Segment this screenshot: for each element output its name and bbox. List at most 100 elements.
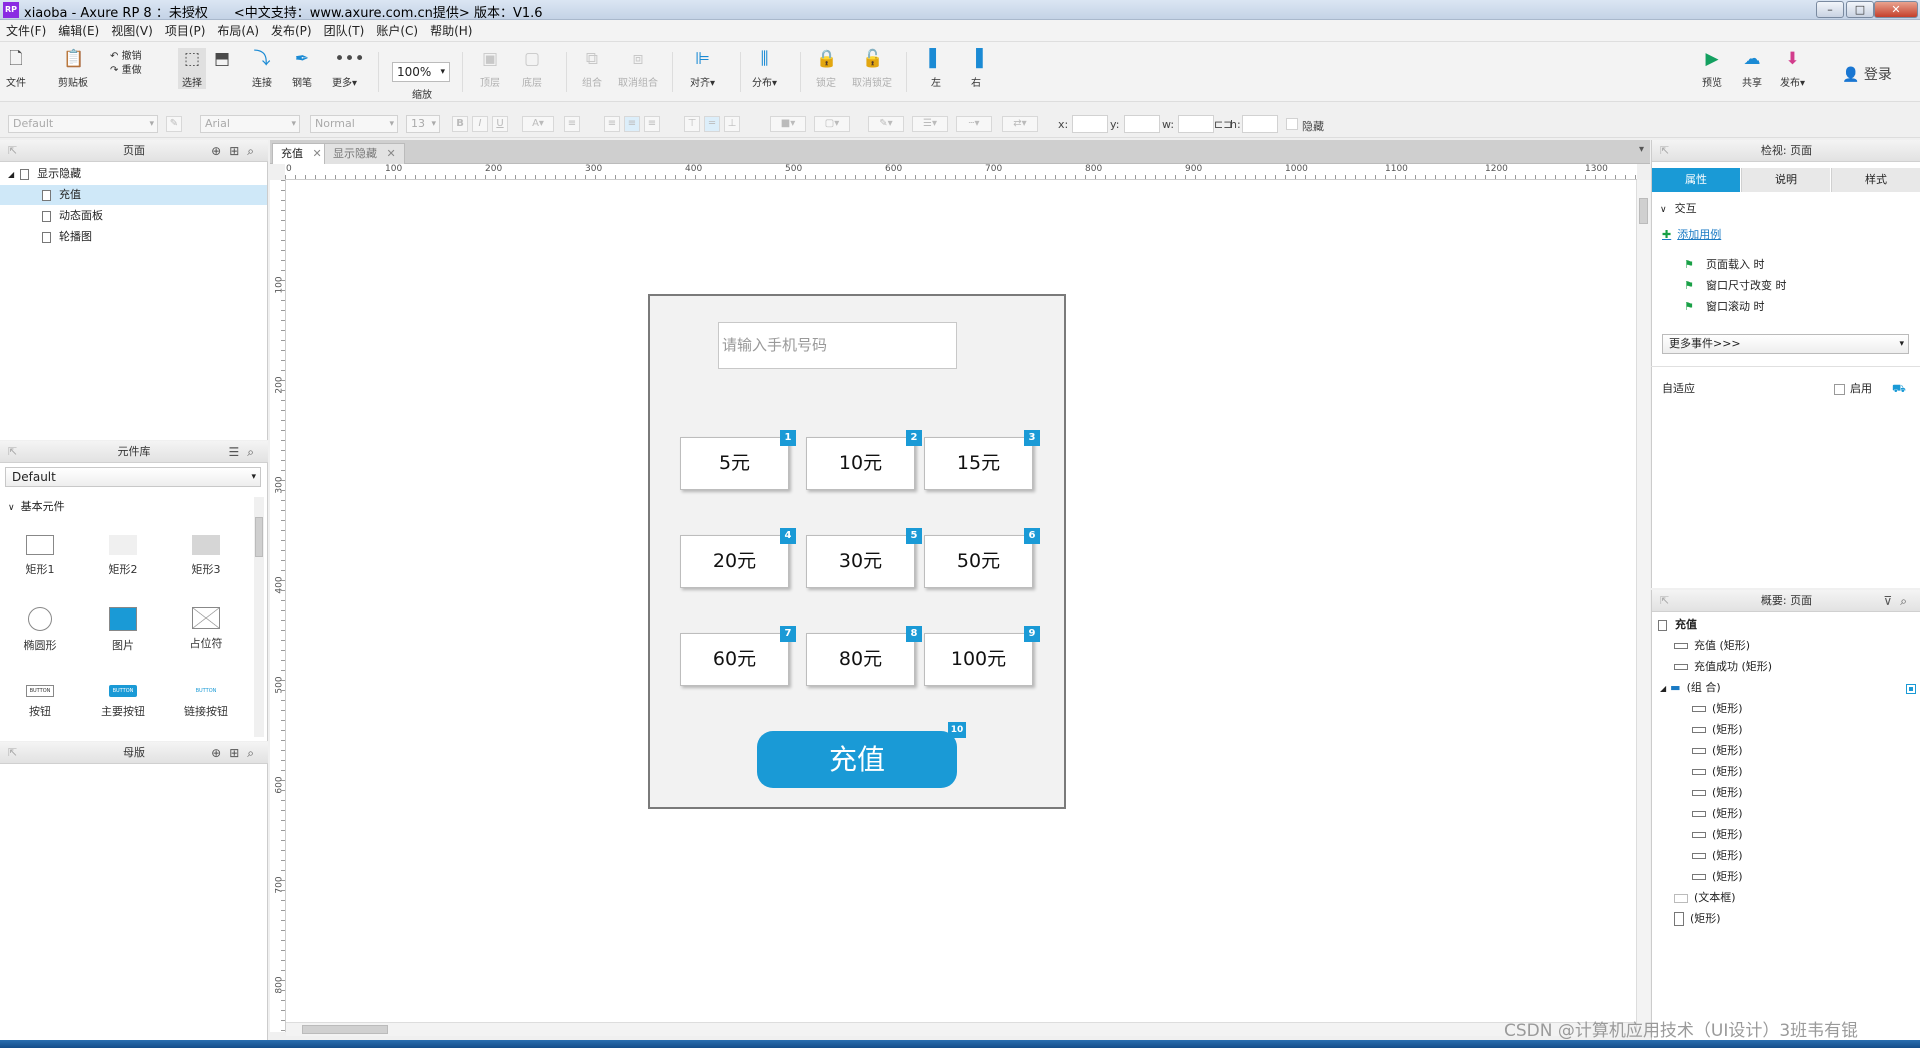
close-tab-icon[interactable]: ✕: [387, 147, 396, 160]
menu-publish[interactable]: 发布(P): [265, 20, 318, 42]
event-window-resize[interactable]: ⚑ 窗口尺寸改变 时: [1684, 277, 1787, 295]
redo-button[interactable]: ↷ 重做: [110, 64, 142, 78]
outline-item[interactable]: 充值成功 (矩形): [1674, 658, 1772, 676]
align-center-icon[interactable]: ≡: [624, 116, 640, 132]
minimize-button[interactable]: –: [1816, 1, 1844, 18]
top-layer-tool[interactable]: ▣ 顶层: [480, 48, 500, 89]
file-tool[interactable]: 🗋 文件: [6, 48, 26, 89]
clipboard-tool[interactable]: 📋 剪贴板: [58, 48, 88, 89]
menu-file[interactable]: 文件(F): [0, 20, 52, 42]
widget-rect1[interactable]: 矩形1: [5, 535, 75, 577]
unlock-tool[interactable]: 🔓 取消锁定: [852, 48, 892, 89]
align-tool[interactable]: ⊫ 对齐▾: [690, 48, 715, 89]
distribute-tool[interactable]: ⫼ 分布▾: [752, 48, 777, 89]
interaction-section[interactable]: ∨ 交互: [1660, 200, 1697, 219]
close-button[interactable]: ✕: [1874, 1, 1918, 18]
connect-tool-a[interactable]: ⬒: [212, 48, 232, 85]
y-input[interactable]: [1124, 115, 1160, 133]
widget-ellipse[interactable]: 椭圆形: [5, 607, 75, 653]
widget-link-button[interactable]: BUTTON 链接按钮: [171, 685, 241, 719]
widget-rect2[interactable]: 矩形2: [88, 535, 158, 577]
ungroup-tool[interactable]: ⧈ 取消组合: [618, 48, 658, 89]
tab-notes[interactable]: 说明: [1741, 168, 1830, 192]
recharge-button[interactable]: 充值: [757, 731, 957, 788]
widget-button[interactable]: BUTTON 按钮: [5, 685, 75, 719]
menu-arrange[interactable]: 布局(A): [211, 20, 265, 42]
widget-placeholder[interactable]: 占位符: [171, 607, 241, 651]
collapse-icon[interactable]: ⇱: [1660, 590, 1669, 612]
fill-color-icon[interactable]: ■▾: [770, 116, 806, 132]
line-style-icon[interactable]: ┄▾: [956, 116, 992, 132]
bullet-list-icon[interactable]: ≡: [564, 116, 580, 132]
adaptive-settings-icon[interactable]: ⛟: [1892, 380, 1906, 398]
font-size-select[interactable]: 13: [406, 115, 440, 133]
zoom-select[interactable]: 100% ▾: [392, 62, 450, 82]
bold-icon[interactable]: B: [452, 116, 468, 132]
right-panel-tool[interactable]: ▐ 右: [966, 48, 986, 89]
outline-rectangle[interactable]: (矩形): [1674, 910, 1721, 928]
event-window-scroll[interactable]: ⚑ 窗口滚动 时: [1684, 298, 1765, 316]
tab-properties[interactable]: 属性: [1652, 168, 1740, 192]
menu-account[interactable]: 账户(C): [370, 20, 424, 42]
style-select[interactable]: Default: [8, 115, 158, 133]
select-tool[interactable]: ⬚ 选择: [178, 48, 206, 89]
share-tool[interactable]: ☁ 共享: [1742, 48, 1762, 89]
amount-5[interactable]: 5元: [680, 437, 789, 490]
outline-group-child[interactable]: (矩形): [1692, 805, 1743, 823]
outline-textbox[interactable]: (文本框): [1674, 889, 1736, 907]
tree-root[interactable]: ◢ 显示隐藏: [8, 164, 81, 184]
outline-actions[interactable]: ⊽⌕: [1883, 590, 1915, 612]
masters-actions[interactable]: ⊕⊞⌕: [211, 742, 262, 764]
outline-root[interactable]: 充值: [1658, 616, 1697, 634]
library-scrollbar[interactable]: [254, 497, 264, 737]
arrow-style-icon[interactable]: ⇄▾: [1002, 116, 1038, 132]
amount-100[interactable]: 100元: [924, 633, 1033, 686]
page-item-carousel[interactable]: 轮播图: [42, 227, 92, 247]
valign-middle-icon[interactable]: ═: [704, 116, 720, 132]
maximize-button[interactable]: □: [1846, 1, 1874, 18]
amount-50[interactable]: 50元: [924, 535, 1033, 588]
lock-tool[interactable]: 🔒 锁定: [816, 48, 837, 89]
outline-group-child[interactable]: (矩形): [1692, 742, 1743, 760]
menu-help[interactable]: 帮助(H): [424, 20, 478, 42]
collapse-icon[interactable]: ⇱: [8, 742, 17, 764]
font-select[interactable]: Arial: [200, 115, 300, 133]
collapse-icon[interactable]: ⇱: [8, 140, 17, 162]
menu-view[interactable]: 视图(V): [105, 20, 159, 42]
underline-icon[interactable]: U: [492, 116, 508, 132]
page-item-dynamic-panel[interactable]: 动态面板: [42, 206, 103, 226]
valign-top-icon[interactable]: ⊤: [684, 116, 700, 132]
widget-rect3[interactable]: 矩形3: [171, 535, 241, 577]
tab-style[interactable]: 样式: [1831, 168, 1920, 192]
x-input[interactable]: [1072, 115, 1108, 133]
valign-bottom-icon[interactable]: ⊥: [724, 116, 740, 132]
outline-group-child[interactable]: (矩形): [1692, 784, 1743, 802]
undo-button[interactable]: ↶ 撤销: [110, 50, 142, 64]
tab-list-chevron-icon[interactable]: ▾: [1639, 144, 1644, 155]
menu-team[interactable]: 团队(T): [318, 20, 371, 42]
tab-show-hide[interactable]: 显示隐藏 ✕: [324, 143, 405, 164]
collapse-icon[interactable]: ⇱: [1660, 140, 1669, 162]
library-section[interactable]: ∨ 基本元件: [8, 497, 65, 517]
tab-recharge[interactable]: 充值 ✕: [272, 143, 331, 164]
library-actions[interactable]: ☰⌕: [229, 441, 263, 463]
enable-adaptive-checkbox[interactable]: [1834, 384, 1845, 395]
add-case-link[interactable]: ✚ 添加用例: [1662, 226, 1721, 244]
widget-image[interactable]: 图片: [88, 607, 158, 653]
outline-item[interactable]: 充值 (矩形): [1674, 637, 1750, 655]
more-events-select[interactable]: 更多事件>>> ▾: [1662, 334, 1909, 354]
hide-checkbox[interactable]: [1286, 118, 1298, 130]
italic-icon[interactable]: I: [472, 116, 488, 132]
outline-group-child[interactable]: (矩形): [1692, 721, 1743, 739]
amount-60[interactable]: 60元: [680, 633, 789, 686]
preview-tool[interactable]: ▶ 预览: [1702, 48, 1722, 89]
align-right-icon[interactable]: ≡: [644, 116, 660, 132]
collapse-icon[interactable]: ⇱: [8, 441, 17, 463]
line-width-icon[interactable]: ☰▾: [912, 116, 948, 132]
phone-number-input[interactable]: 请输入手机号码: [718, 322, 957, 369]
group-tool[interactable]: ⧉ 组合: [582, 48, 602, 89]
menu-project[interactable]: 项目(P): [159, 20, 212, 42]
library-select[interactable]: Default ▾: [5, 467, 261, 487]
outline-group-child[interactable]: (矩形): [1692, 847, 1743, 865]
align-left-icon[interactable]: ≡: [604, 116, 620, 132]
